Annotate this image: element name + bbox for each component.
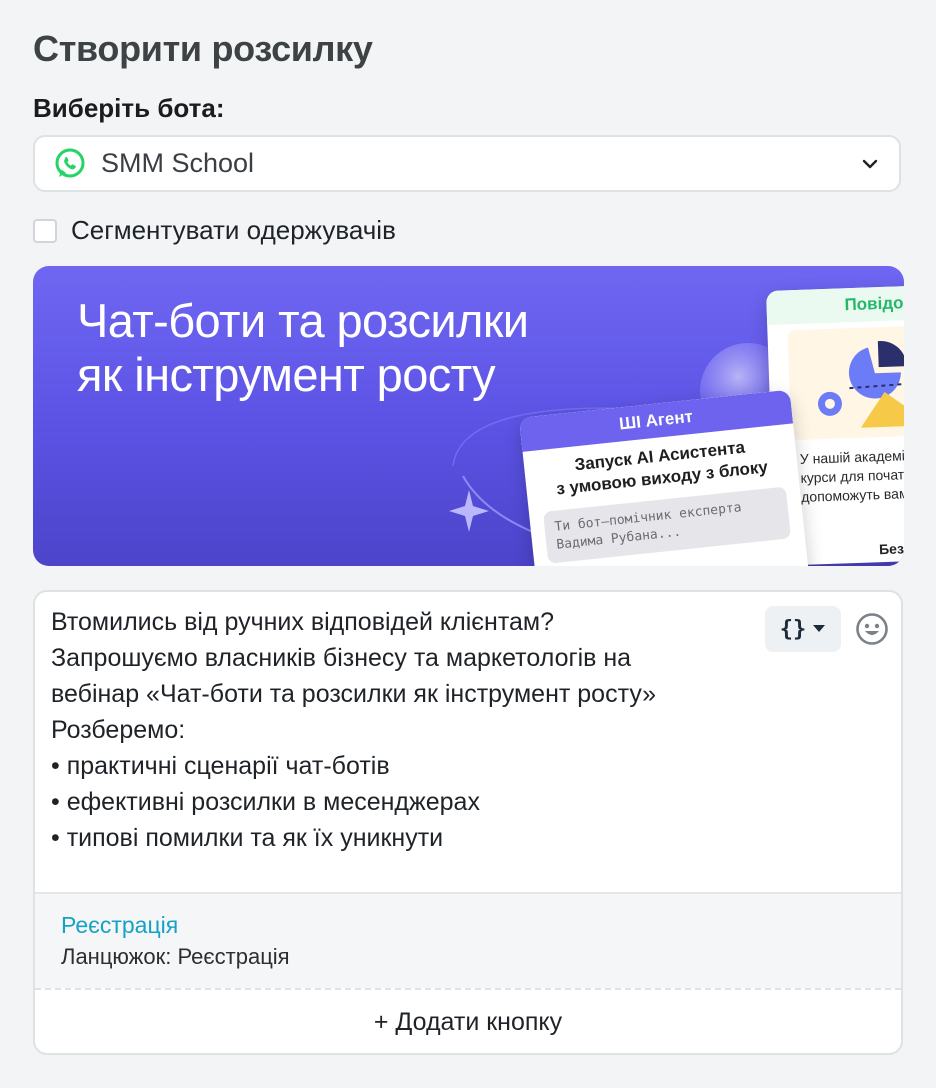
banner-title-line: як інструмент росту: [77, 348, 496, 401]
segment-row[interactable]: Сегментувати одержувачів: [33, 215, 396, 246]
message-card-text: У нашій академії курси для початківців д…: [800, 445, 904, 507]
chevron-down-icon[interactable]: [859, 153, 881, 175]
page-title: Створити розсилку: [33, 28, 373, 69]
banner-title: Чат-боти та розсилки як інструмент росту: [77, 294, 529, 402]
chart-illustration-icon: [787, 323, 904, 440]
add-button-button[interactable]: + Додати кнопку: [35, 988, 901, 1053]
message-card-text-line: допоможуть вам: [800, 485, 904, 505]
banner-title-line: Чат-боти та розсилки: [77, 294, 529, 347]
webinar-banner: Чат-боти та розсилки як інструмент росту…: [33, 266, 904, 566]
bot-select-label: Виберіть бота:: [33, 93, 225, 123]
segment-label: Сегментувати одержувачів: [71, 215, 396, 245]
insert-variable-button[interactable]: {}: [765, 606, 841, 652]
message-card-footer: Безплатно: [878, 538, 904, 558]
emoji-icon[interactable]: [855, 612, 889, 646]
whatsapp-icon: [53, 147, 87, 181]
variable-braces-icon: {}: [779, 616, 807, 642]
inline-button-item[interactable]: Реєстрація Ланцюжок: Реєстрація: [35, 894, 901, 988]
inline-button-label[interactable]: Реєстрація: [61, 912, 178, 939]
message-editor[interactable]: Втомились від ручних відповідей клієнтам…: [33, 590, 903, 1055]
segment-checkbox[interactable]: [33, 218, 57, 243]
message-card-header: Повідомлення: [766, 284, 904, 325]
ai-agent-card: ШІ Агент Запуск AI Асистента з умовою ви…: [519, 389, 811, 566]
bot-select[interactable]: SMM School: [33, 135, 901, 192]
message-textarea[interactable]: Втомились від ручних відповідей клієнтам…: [51, 604, 771, 856]
inline-button-action: Ланцюжок: Реєстрація: [61, 944, 290, 969]
bot-select-value: SMM School: [101, 148, 255, 178]
caret-down-icon: [813, 625, 826, 632]
